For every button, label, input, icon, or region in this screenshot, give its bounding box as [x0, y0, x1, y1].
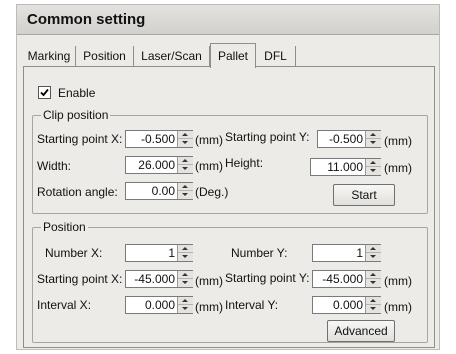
- spin-arrows-icon[interactable]: [365, 245, 381, 261]
- pos-starting-y-input[interactable]: -45.000: [312, 270, 381, 288]
- position-title: Position: [41, 220, 88, 234]
- position-group: Position Number X: 1 Number Y: 1 Startin…: [32, 220, 428, 343]
- clip-starting-x-value: -0.500: [140, 132, 175, 146]
- interval-y-label: Interval Y:: [225, 298, 279, 312]
- pallet-panel: Enable Clip position Starting point X: -…: [23, 66, 435, 348]
- number-y-label: Number Y:: [231, 246, 288, 260]
- tab-laser-scan[interactable]: Laser/Scan: [134, 46, 210, 67]
- interval-x-label: Interval X:: [37, 298, 92, 312]
- clip-starting-y-input[interactable]: -0.500: [317, 130, 381, 148]
- clip-starting-y-label: Starting point Y:: [225, 130, 310, 144]
- clip-width-input[interactable]: 26.000: [125, 156, 193, 174]
- interval-y-input[interactable]: 0.000: [312, 296, 381, 314]
- interval-x-input[interactable]: 0.000: [125, 296, 193, 314]
- clip-height-unit: (mm): [384, 161, 412, 175]
- clip-starting-x-unit: (mm): [195, 133, 223, 147]
- rotation-angle-value: 0.00: [151, 184, 175, 198]
- pos-starting-x-label: Starting point X:: [37, 272, 123, 286]
- clip-starting-y-unit: (mm): [384, 134, 412, 148]
- start-button[interactable]: Start: [333, 184, 395, 206]
- spin-arrows-icon[interactable]: [365, 271, 381, 287]
- common-setting-window: Common setting Marking Position Laser/Sc…: [16, 4, 440, 350]
- enable-label: Enable: [58, 86, 96, 100]
- pos-starting-y-unit: (mm): [384, 274, 412, 288]
- number-x-input[interactable]: 1: [125, 244, 193, 262]
- clip-starting-x-label: Starting point X:: [37, 132, 123, 146]
- interval-x-value: 0.000: [144, 298, 175, 312]
- enable-checkbox[interactable]: [38, 86, 51, 99]
- interval-x-unit: (mm): [195, 300, 223, 314]
- pos-starting-x-value: -45.000: [134, 272, 175, 286]
- clip-width-label: Width:: [37, 159, 72, 173]
- title-bar: Common setting: [17, 5, 439, 35]
- interval-y-value: 0.000: [332, 298, 363, 312]
- clip-position-title: Clip position: [41, 108, 111, 122]
- clip-position-group: Clip position Starting point X: -0.500 (…: [32, 108, 428, 214]
- pos-starting-y-label: Starting point Y:: [225, 271, 310, 285]
- rotation-angle-label: Rotation angle:: [37, 185, 118, 199]
- spin-arrows-icon[interactable]: [177, 297, 193, 313]
- clip-starting-y-value: -0.500: [328, 132, 363, 146]
- tab-marking[interactable]: Marking: [23, 46, 76, 67]
- spin-arrows-icon[interactable]: [365, 131, 381, 147]
- pos-starting-y-value: -45.000: [322, 272, 363, 286]
- spin-arrows-icon[interactable]: [177, 183, 193, 199]
- rotation-angle-unit: (Deg.): [195, 185, 229, 199]
- pos-starting-x-input[interactable]: -45.000: [125, 270, 193, 288]
- number-y-value: 1: [356, 246, 363, 260]
- spin-arrows-icon[interactable]: [177, 157, 193, 173]
- tab-dfl[interactable]: DFL: [256, 46, 296, 67]
- clip-width-value: 26.000: [138, 158, 175, 172]
- interval-y-unit: (mm): [384, 300, 412, 314]
- number-x-value: 1: [168, 246, 175, 260]
- clip-width-unit: (mm): [195, 159, 223, 173]
- spin-arrows-icon[interactable]: [177, 271, 193, 287]
- clip-starting-x-input[interactable]: -0.500: [125, 130, 193, 148]
- window-title: Common setting: [27, 11, 146, 28]
- checkmark-icon: [40, 88, 49, 97]
- clip-height-label: Height:: [225, 156, 264, 170]
- clip-height-input[interactable]: 11.000: [310, 158, 381, 176]
- advanced-button[interactable]: Advanced: [327, 320, 395, 342]
- clip-height-value: 11.000: [327, 160, 363, 174]
- spin-arrows-icon[interactable]: [177, 131, 193, 147]
- spin-arrows-icon[interactable]: [365, 159, 381, 175]
- number-x-label: Number X:: [45, 246, 103, 260]
- number-y-input[interactable]: 1: [312, 244, 381, 262]
- tab-pallet[interactable]: Pallet: [210, 43, 256, 68]
- pos-starting-x-unit: (mm): [195, 274, 223, 288]
- tab-position[interactable]: Position: [76, 46, 134, 67]
- rotation-angle-input[interactable]: 0.00: [125, 182, 193, 200]
- spin-arrows-icon[interactable]: [177, 245, 193, 261]
- spin-arrows-icon[interactable]: [365, 297, 381, 313]
